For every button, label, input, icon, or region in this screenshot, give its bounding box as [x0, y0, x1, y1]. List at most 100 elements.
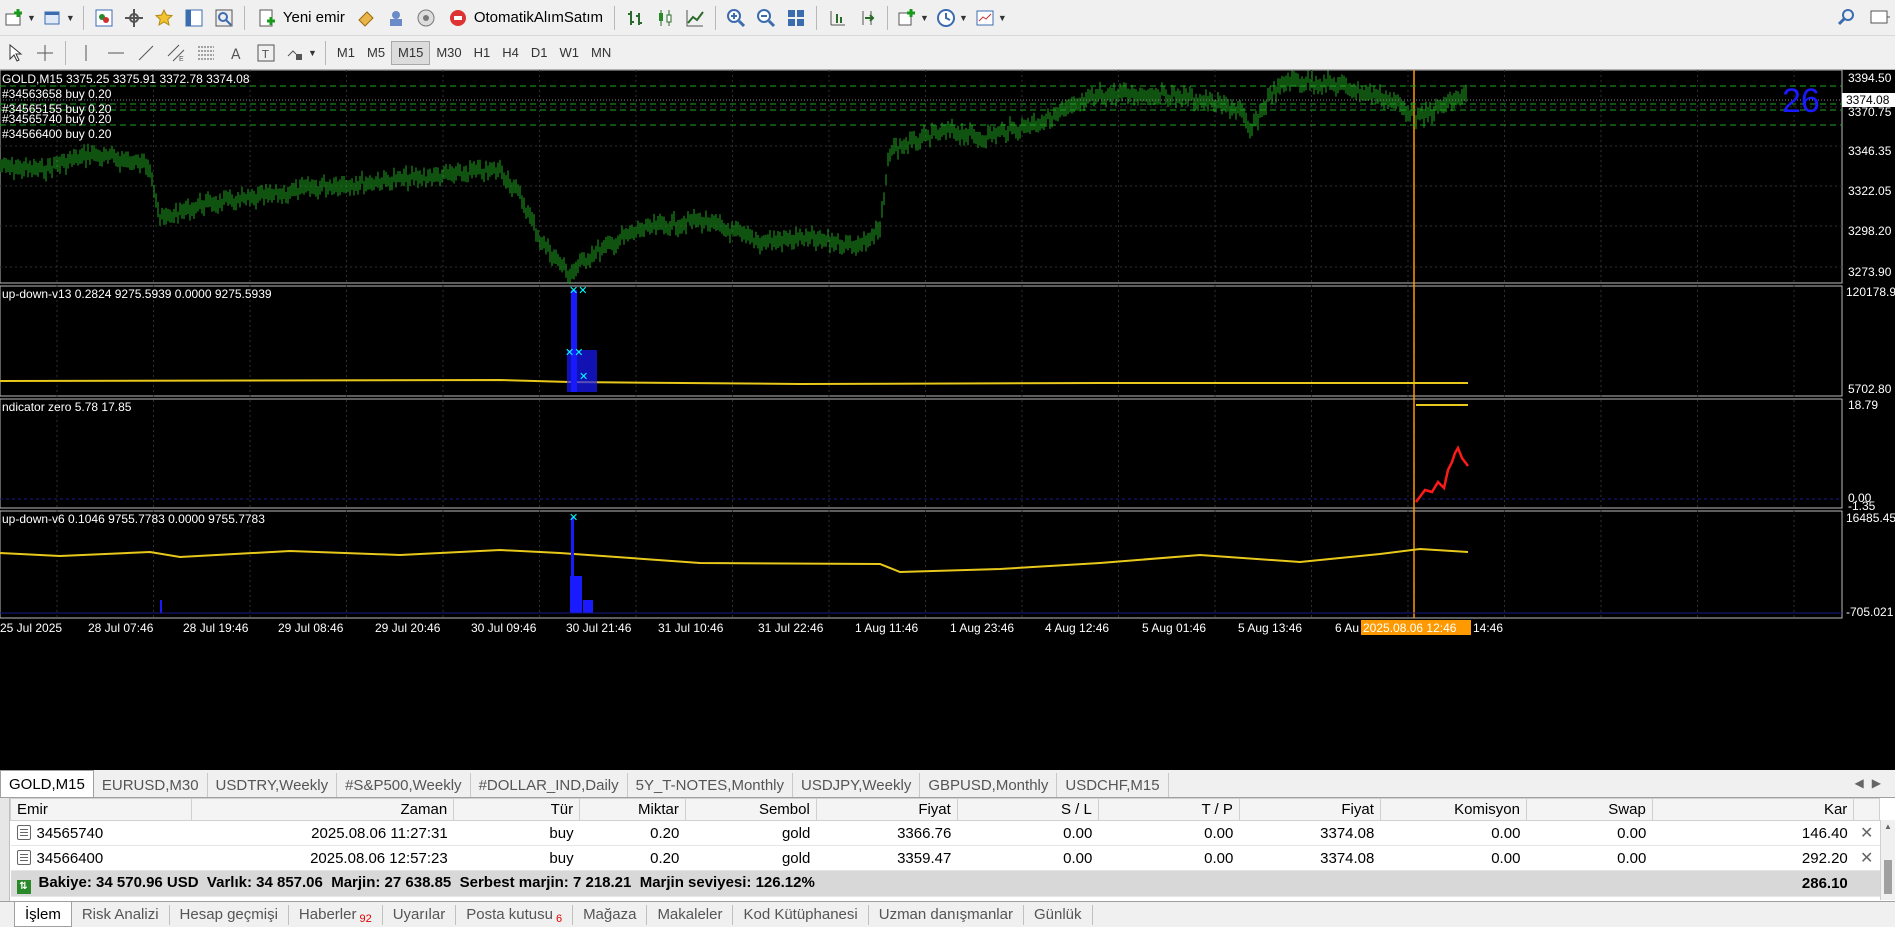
trendline-tool[interactable]: [131, 39, 161, 67]
zoom-out-button[interactable]: [751, 4, 781, 32]
line-chart-button[interactable]: [680, 4, 710, 32]
equidistant-channel-tool[interactable]: E: [161, 39, 191, 67]
tile-windows-icon: [785, 7, 807, 29]
table-row[interactable]: 34566400 2025.08.06 12:57:23 buy 0.20 go…: [10, 845, 1880, 871]
col-header-commission[interactable]: Komisyon: [1379, 798, 1527, 821]
zoom-out-icon: [755, 7, 777, 29]
tab-scroll-arrows-icon[interactable]: ◀▶: [1855, 776, 1889, 790]
col-header-current-price[interactable]: Fiyat: [1238, 798, 1381, 821]
chart-shift-button[interactable]: [852, 4, 882, 32]
favorites-button[interactable]: [149, 4, 179, 32]
order-icon: [16, 849, 31, 865]
timeframe-w1[interactable]: W1: [554, 41, 586, 65]
col-header-size[interactable]: Miktar: [579, 798, 686, 821]
auto-scroll-button[interactable]: [822, 4, 852, 32]
tile-windows-button[interactable]: [781, 4, 811, 32]
chart-tab[interactable]: USDTRY,Weekly: [208, 773, 338, 797]
timeframe-h1[interactable]: H1: [468, 41, 497, 65]
order-sl[interactable]: 0.00: [957, 845, 1099, 871]
chart-tab[interactable]: GOLD,M15: [0, 770, 94, 797]
col-header-sl[interactable]: S / L: [956, 798, 1099, 821]
tab-mailbox[interactable]: Posta kutusu 6: [456, 904, 574, 925]
account-summary: Bakiye: 34 570.96 USD Varlık: 34 857.06 …: [38, 873, 815, 891]
expand-icon[interactable]: [1869, 8, 1891, 29]
zoom-in-button[interactable]: [721, 4, 751, 32]
account-summary-row: ⇅ Bakiye: 34 570.96 USD Varlık: 34 857.06…: [10, 870, 1880, 897]
new-chart-button[interactable]: ▼: [0, 4, 39, 32]
new-order-button[interactable]: Yeni emir: [250, 4, 351, 32]
profiles-button[interactable]: ▼: [39, 4, 78, 32]
tab-articles[interactable]: Makaleler: [647, 904, 734, 925]
timeframe-m1[interactable]: M1: [331, 41, 361, 65]
copy-trading-button[interactable]: [381, 4, 411, 32]
timeframe-m30[interactable]: M30: [430, 41, 467, 65]
time-tick: 31 Jul 22:46: [758, 621, 824, 635]
chart-tab[interactable]: #DOLLAR_IND,Daily: [471, 773, 628, 797]
col-header-tp[interactable]: T / P: [1097, 798, 1240, 821]
close-order-icon[interactable]: ✕: [1853, 820, 1880, 846]
tab-account-history[interactable]: Hesap geçmişi: [170, 904, 289, 925]
tab-market[interactable]: Mağaza: [573, 904, 648, 925]
table-row[interactable]: 34565740 2025.08.06 11:27:31 buy 0.20 go…: [10, 820, 1880, 846]
col-header-price[interactable]: Fiyat: [815, 798, 958, 821]
periods-button[interactable]: ▼: [932, 4, 971, 32]
candlestick-button[interactable]: [650, 4, 680, 32]
chart-tab[interactable]: USDCHF,M15: [1057, 773, 1169, 797]
col-header-order[interactable]: Emir: [9, 798, 193, 821]
col-header-profit[interactable]: Kar: [1651, 798, 1855, 821]
market-watch-button[interactable]: [89, 4, 119, 32]
strategy-tester-button[interactable]: [209, 4, 239, 32]
order-tp[interactable]: 0.00: [1098, 820, 1240, 846]
tab-risk-analysis[interactable]: Risk Analizi: [72, 904, 170, 925]
bar-chart-icon: [624, 7, 646, 29]
tab-code-base[interactable]: Kod Kütüphanesi: [733, 904, 869, 925]
order-sl[interactable]: 0.00: [957, 820, 1099, 846]
chart-tab[interactable]: #S&P500,Weekly: [337, 773, 471, 797]
chart-tab[interactable]: 5Y_T-NOTES,Monthly: [628, 773, 793, 797]
shapes-tool[interactable]: ▼: [281, 39, 320, 67]
chart-tab[interactable]: USDJPY,Weekly: [793, 773, 921, 797]
tab-journal[interactable]: Günlük: [1024, 904, 1093, 925]
templates-button[interactable]: ▼: [971, 4, 1010, 32]
navigator-button[interactable]: [119, 4, 149, 32]
panel-border: [0, 510, 1843, 619]
text-tool[interactable]: A: [221, 39, 251, 67]
order-tp[interactable]: 0.00: [1098, 845, 1240, 871]
bar-chart-button[interactable]: [620, 4, 650, 32]
crosshair-tool[interactable]: [30, 39, 60, 67]
col-header-time[interactable]: Zaman: [191, 798, 455, 821]
timeframe-mn[interactable]: MN: [585, 41, 617, 65]
panel1-tick: 120178.9: [1846, 285, 1895, 299]
autotrading-button[interactable]: OtomatikAlımSatım: [441, 4, 609, 32]
tab-alerts[interactable]: Uyarılar: [383, 904, 457, 925]
data-window-button[interactable]: [179, 4, 209, 32]
vertical-line-tool[interactable]: [71, 39, 101, 67]
text-label-tool[interactable]: T: [251, 39, 281, 67]
chart-tab[interactable]: GBPUSD,Monthly: [920, 773, 1058, 797]
close-order-icon[interactable]: ✕: [1853, 845, 1880, 871]
search-icon[interactable]: [1837, 8, 1855, 29]
horizontal-line-tool[interactable]: [101, 39, 131, 67]
terminal-scrollbar[interactable]: ▲: [1880, 820, 1895, 900]
timeframe-d1[interactable]: D1: [525, 41, 554, 65]
cursor-tool[interactable]: [0, 39, 30, 67]
timeframe-m15[interactable]: M15: [391, 40, 431, 65]
timeframe-m5[interactable]: M5: [361, 41, 391, 65]
indicators-button[interactable]: ▼: [893, 4, 932, 32]
panel3-spike: [570, 576, 582, 613]
col-header-type[interactable]: Tür: [453, 798, 581, 821]
col-header-symbol[interactable]: Sembol: [684, 798, 817, 821]
tab-trade[interactable]: İşlem: [14, 902, 72, 927]
fibonacci-tool[interactable]: [191, 39, 221, 67]
signals-button[interactable]: [411, 4, 441, 32]
chart-tab[interactable]: EURUSD,M30: [94, 773, 208, 797]
metaeditor-button[interactable]: [351, 4, 381, 32]
tab-news[interactable]: Haberler 92: [289, 904, 383, 925]
order-id: 34566400: [36, 849, 104, 867]
chart-window[interactable]: ✕✕ ✕✕ ✕ ✕ GOLD,M15 3375.25 3375.91 3372.78 …: [0, 70, 1895, 770]
chart-canvas[interactable]: ✕✕✕✕✕✕ GOLD,M15 3375.25 3375.91 3372.78 …: [0, 70, 1895, 770]
tab-experts[interactable]: Uzman danışmanlar: [869, 904, 1024, 925]
col-header-swap[interactable]: Swap: [1525, 798, 1653, 821]
svg-text:T: T: [261, 48, 269, 61]
timeframe-h4[interactable]: H4: [496, 41, 525, 65]
